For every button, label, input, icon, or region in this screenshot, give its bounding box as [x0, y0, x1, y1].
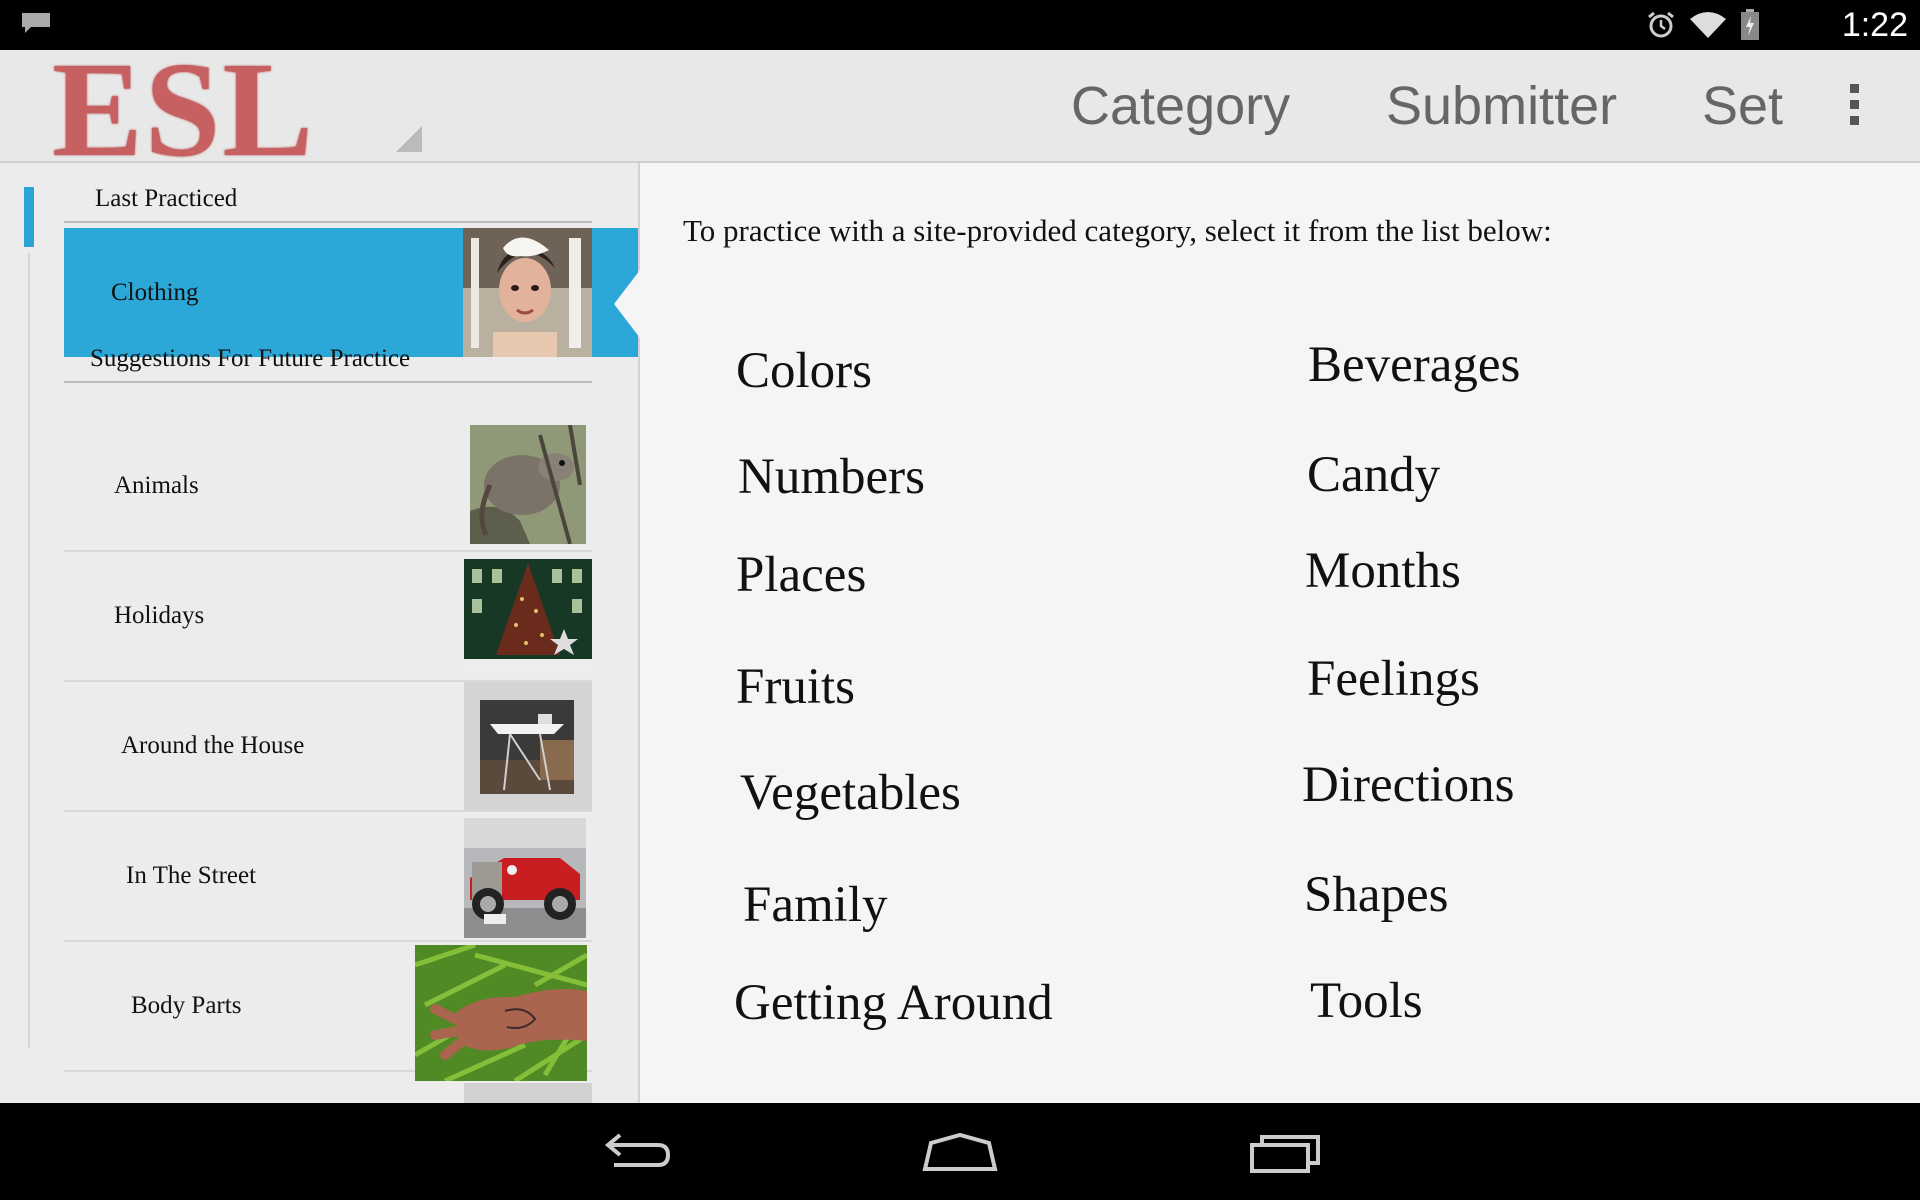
- list-item-label: Holidays: [114, 602, 205, 629]
- animals-thumbnail: [470, 425, 586, 544]
- category-shapes[interactable]: Shapes: [1304, 865, 1448, 925]
- submitter-tab[interactable]: Submitter: [1386, 76, 1617, 136]
- recent-apps-icon[interactable]: [1240, 1123, 1330, 1179]
- app-logo[interactable]: ESL: [52, 42, 315, 178]
- list-item-animals[interactable]: Animals: [64, 422, 592, 552]
- list-item-clothing[interactable]: Clothing: [64, 228, 592, 357]
- street-thumbnail: [464, 818, 586, 938]
- category-numbers[interactable]: Numbers: [738, 447, 925, 507]
- category-directions[interactable]: Directions: [1302, 755, 1514, 815]
- selected-arrow-icon: [614, 270, 640, 338]
- category-tab[interactable]: Category: [1071, 76, 1290, 136]
- clothing-thumbnail: [463, 228, 592, 357]
- suggestions-header: Suggestions For Future Practice: [64, 345, 592, 383]
- list-item-label: In The Street: [126, 862, 257, 889]
- action-bar: ESL Category Submitter Set: [0, 42, 1920, 178]
- category-colors[interactable]: Colors: [736, 341, 872, 401]
- system-nav-bar: [0, 1103, 1920, 1200]
- house-thumbnail: [480, 700, 574, 794]
- list-item-body-parts[interactable]: Body Parts: [64, 942, 592, 1081]
- holidays-thumbnail: [464, 559, 592, 677]
- list-item-label: Around the House: [121, 732, 305, 759]
- category-beverages[interactable]: Beverages: [1308, 335, 1520, 395]
- battery-icon: [1741, 9, 1759, 40]
- category-family[interactable]: Family: [743, 875, 888, 935]
- list-item-label: Body Parts: [131, 992, 242, 1019]
- category-vegetables[interactable]: Vegetables: [740, 763, 961, 823]
- list-item-label: Animals: [114, 472, 199, 499]
- next-thumbnail-peek: [464, 1083, 592, 1103]
- category-feelings[interactable]: Feelings: [1307, 649, 1480, 709]
- wifi-icon: [1690, 12, 1726, 38]
- alarm-icon: [1648, 11, 1674, 38]
- status-icons: [1646, 9, 1760, 40]
- spinner-corner-icon: [396, 126, 422, 152]
- category-getting-around[interactable]: Getting Around: [734, 973, 1053, 1033]
- scroll-track: [28, 253, 30, 1048]
- category-months[interactable]: Months: [1305, 541, 1461, 601]
- intro-text: To practice with a site-provided categor…: [683, 213, 1552, 248]
- last-practiced-header-label: Last Practiced: [95, 185, 238, 212]
- suggestions-header-label: Suggestions For Future Practice: [90, 345, 411, 372]
- list-item-in-the-street[interactable]: In The Street: [64, 812, 592, 942]
- house-thumbnail-frame: [464, 682, 592, 810]
- list-item-holidays[interactable]: Holidays: [64, 552, 592, 682]
- back-icon[interactable]: [590, 1123, 680, 1179]
- list-item-label: Clothing: [111, 278, 199, 306]
- last-practiced-header: Last Practiced: [64, 185, 592, 223]
- body-parts-thumbnail: [415, 945, 587, 1081]
- set-tab[interactable]: Set: [1702, 76, 1783, 136]
- status-time: 1:22: [1841, 6, 1908, 44]
- notification-icon: [22, 13, 50, 33]
- scroll-indicator[interactable]: [24, 187, 34, 247]
- main-content: To practice with a site-provided categor…: [640, 163, 1920, 1103]
- overflow-menu-icon[interactable]: [1848, 84, 1860, 128]
- category-candy[interactable]: Candy: [1307, 445, 1440, 505]
- category-fruits[interactable]: Fruits: [736, 657, 855, 717]
- sidebar: Last Practiced Clothing Suggestions For …: [0, 163, 640, 1103]
- category-tools[interactable]: Tools: [1310, 971, 1423, 1031]
- list-item-around-the-house[interactable]: Around the House: [64, 682, 592, 812]
- category-places[interactable]: Places: [736, 545, 866, 605]
- home-icon[interactable]: [915, 1123, 1005, 1179]
